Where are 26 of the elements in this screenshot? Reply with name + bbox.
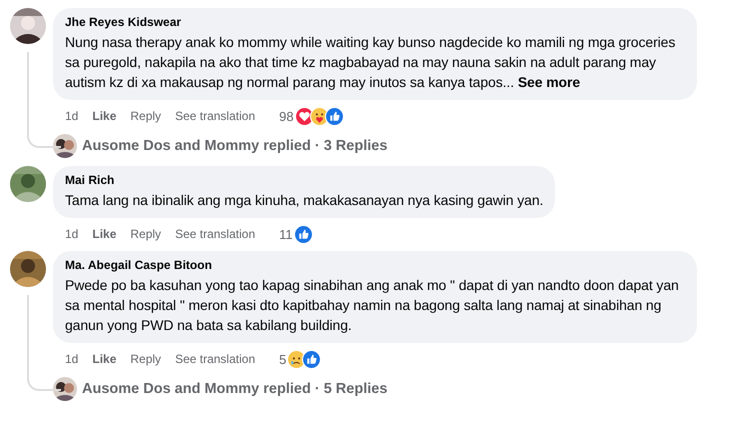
view-replies-link[interactable]: Ausome Dos and Mommy replied · 5 Replies — [82, 381, 388, 397]
timestamp[interactable]: 1d — [65, 227, 78, 241]
action-link[interactable]: Like — [92, 227, 116, 241]
action-link[interactable]: Reply — [130, 227, 162, 241]
reaction-count[interactable]: 11 — [279, 226, 293, 242]
comment-text: Pwede po ba kasuhan yong tao kapag sinabihan ang anak mo " dapat di yan nandto doon dapat yan sa mental hospital " meron kasi dto kapitbahay namin na bagong salta lang namaj at sinabihan ng ganun yong PWD na bata sa kabilang building. — [65, 277, 679, 333]
timestamp[interactable]: 1d — [65, 109, 78, 123]
author-name[interactable]: Ma. Abegail Caspe Bitoon — [65, 258, 685, 272]
view-replies-link[interactable]: Ausome Dos and Mommy replied · 3 Replies — [82, 138, 388, 154]
action-link[interactable]: See translation — [175, 227, 256, 241]
action-link[interactable]: Like — [92, 352, 116, 366]
action-link[interactable]: See translation — [175, 109, 256, 123]
action-link[interactable]: See translation — [175, 352, 256, 366]
reaction-count[interactable]: 98 — [279, 108, 294, 124]
action-link[interactable]: Reply — [130, 109, 162, 123]
action-link[interactable]: Like — [92, 109, 116, 123]
like-icon — [324, 106, 344, 126]
action-link[interactable]: Reply — [130, 352, 162, 366]
like-icon — [302, 350, 322, 368]
comment-text: Tama lang na ibinalik ang mga kinuha, makakasanayan nya kasing gawin yan. — [65, 192, 544, 208]
comment-text: Nung nasa therapy anak ko mommy while waiting kay bunso nagdecide ko mamili ng mga groceries sa puregold, nakapila na ako that time kz magbabayad na may nauna sakin na adult parang may autism kz di xa makausap ng normal parang may inutos sa kanya tapos... See more — [65, 34, 676, 90]
timestamp[interactable]: 1d — [65, 352, 78, 366]
author-name[interactable]: Jhe Reyes Kidswear — [65, 15, 685, 29]
like-icon — [294, 224, 313, 244]
reaction-count[interactable]: 5 — [279, 352, 286, 366]
author-name[interactable]: Mai Rich — [65, 173, 544, 187]
